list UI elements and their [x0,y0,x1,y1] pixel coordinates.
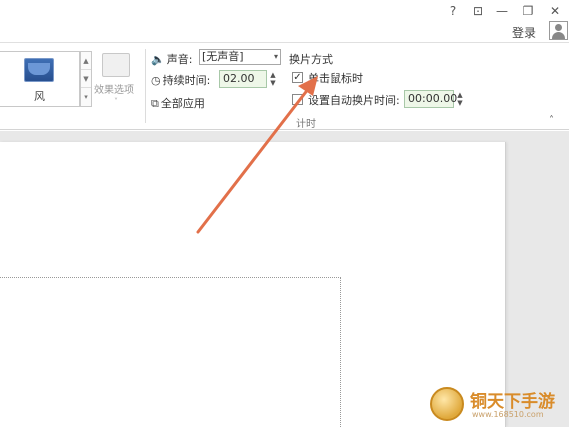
user-avatar-icon[interactable] [549,21,568,40]
on-mouse-click-label: 单击鼠标时 [308,72,363,85]
duration-label: 持续时间: [162,74,211,87]
after-time-value: 00:00.00 [408,92,458,105]
duration-row: ◷ 持续时间: [151,72,210,88]
advance-slide-title: 换片方式 [289,53,333,66]
watermark-url: www.168510.com [472,410,544,419]
after-time-stepper[interactable]: ▲ ▼ [455,91,465,107]
powerpoint-window: ? ⊡ — ❐ ✕ 登录 风 ▲ ▼ ▾ 效果选项 ˅ 🔈 声音: [无声音] … [0,0,569,427]
transitions-ribbon: 风 ▲ ▼ ▾ 效果选项 ˅ 🔈 声音: [无声音] ▾ ◷ 持续时间: 02.00… [0,42,569,130]
avatar-head [555,24,562,31]
wind-transition-label: 风 [34,90,45,103]
help-icon[interactable]: ? [443,2,463,20]
chevron-down-icon: ˅ [114,97,118,106]
gallery-scroll: ▲ ▼ ▾ [80,51,92,107]
avatar-body [552,32,565,39]
minimize-icon[interactable]: — [492,2,512,20]
effect-options-icon [102,53,130,77]
apply-all-button[interactable]: ⧉ 全部应用 [151,95,205,111]
collapse-ribbon-icon[interactable]: ˄ [549,115,554,126]
transition-gallery: 风 [0,51,80,107]
restore-icon[interactable]: ❐ [518,2,538,20]
speaker-icon: 🔈 [151,53,165,66]
close-icon[interactable]: ✕ [545,2,565,20]
effect-options-label: 效果选项 [94,85,134,96]
sound-dropdown[interactable]: [无声音] ▾ [199,49,281,65]
watermark-text: 铜天下手游 [470,392,555,412]
apply-all-label: 全部应用 [160,97,205,110]
apply-all-icon: ⧉ [151,97,159,110]
duration-stepper[interactable]: ▲ ▼ [268,71,278,87]
ribbon-display-options-icon[interactable]: ⊡ [468,2,488,20]
gallery-scroll-up-icon[interactable]: ▲ [81,52,91,70]
duration-input[interactable]: 02.00 ▲ ▼ [219,70,276,88]
wind-transition-thumbnail[interactable] [24,58,54,82]
content-placeholder[interactable] [0,277,341,427]
on-mouse-click-checkbox[interactable]: ✓ [292,72,303,83]
clock-icon: ◷ [151,74,161,87]
gallery-scroll-down-icon[interactable]: ▼ [81,70,91,88]
slide-workspace [0,131,569,427]
after-time-label: 设置自动换片时间: [308,94,400,107]
duration-value: 02.00 [223,72,255,85]
chevron-down-icon: ▾ [273,52,278,61]
sound-value: [无声音] [202,50,244,63]
coin-icon [430,387,464,421]
login-link[interactable]: 登录 [512,24,536,41]
title-bar: ? ⊡ — ❐ ✕ [0,0,569,22]
sound-row: 🔈 声音: [151,51,192,67]
group-divider [145,49,146,123]
gallery-more-icon[interactable]: ▾ [81,88,91,106]
watermark-logo: 铜天下手游 www.168510.com [430,385,566,425]
timing-group-label: 计时 [296,119,316,130]
sound-label: 声音: [166,53,193,66]
after-time-input[interactable]: 00:00.00 ▲ ▼ [404,90,463,108]
after-time-checkbox[interactable] [292,94,303,105]
effect-options-button[interactable]: 效果选项 ˅ [94,51,140,111]
